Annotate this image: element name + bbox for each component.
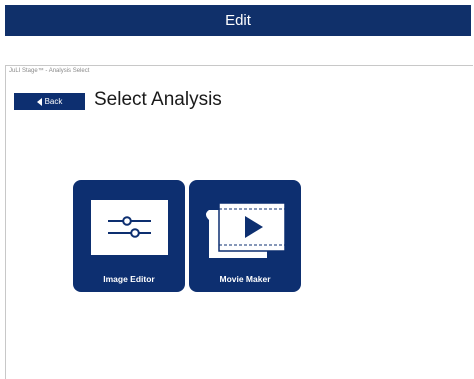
app-header: Edit [5,5,471,36]
image-editor-tile[interactable]: Image Editor [73,180,185,292]
movie-maker-tile[interactable]: Movie Maker [189,180,301,292]
movie-maker-label: Movie Maker [219,274,271,284]
image-editor-label: Image Editor [103,274,155,284]
back-arrow-icon [36,97,42,106]
window-title: JuLI Stage™ - Analysis Select [9,68,90,74]
header-title: Edit [225,12,251,29]
page-title: Select Analysis [94,89,222,110]
back-button-label: Back [44,97,63,106]
analysis-select-window: JuLI Stage™ - Analysis Select Back Selec… [5,65,473,379]
back-button[interactable]: Back [14,93,85,110]
